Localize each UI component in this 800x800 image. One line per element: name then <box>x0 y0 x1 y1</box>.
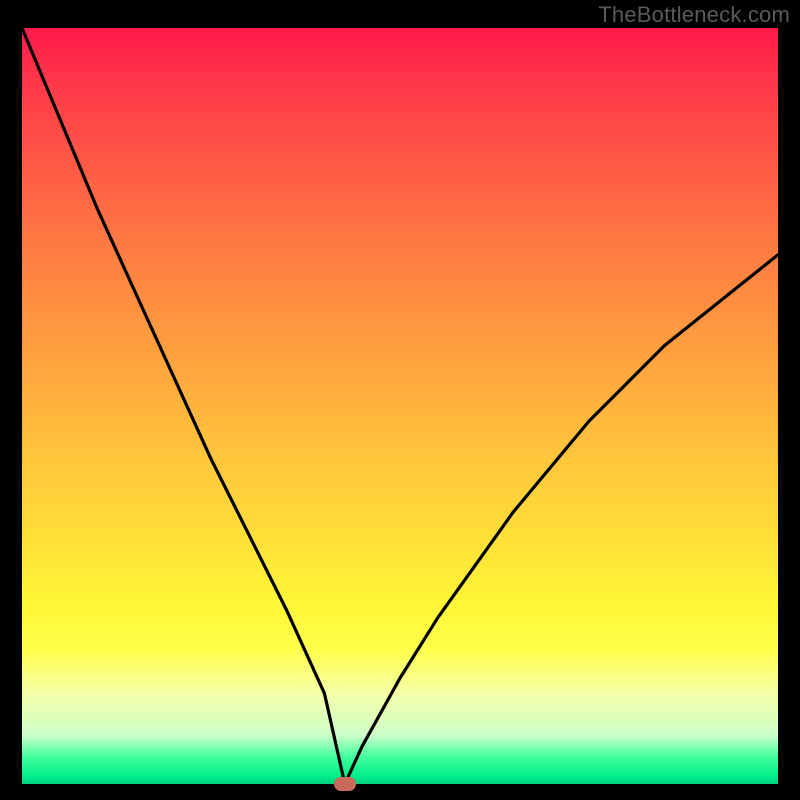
bottleneck-curve <box>22 28 778 784</box>
curve-path <box>22 28 778 784</box>
chart-frame: TheBottleneck.com <box>0 0 800 800</box>
watermark-text: TheBottleneck.com <box>598 2 790 28</box>
optimal-marker <box>334 777 356 791</box>
plot-area <box>22 28 778 784</box>
